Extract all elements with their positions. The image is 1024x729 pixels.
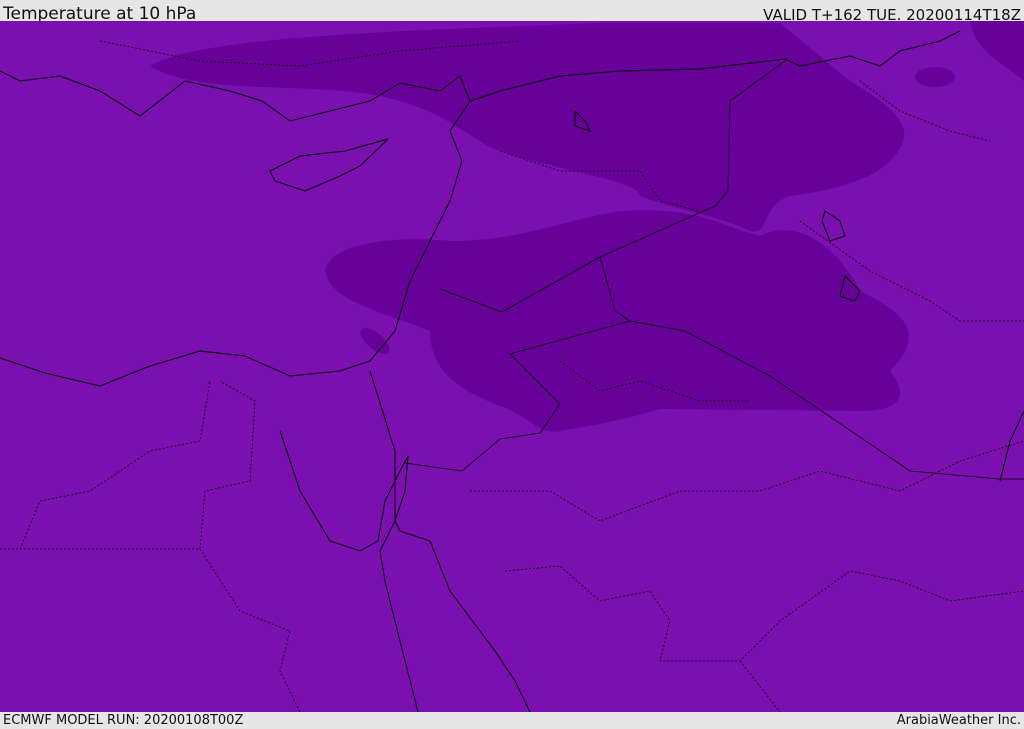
model-run: ECMWF MODEL RUN: 20200108T00Z [3, 713, 244, 728]
cold-spot [915, 67, 955, 87]
map-header: Temperature at 10 hPa VALID T+162 TUE. 2… [0, 0, 1024, 24]
credit: ArabiaWeather Inc. [896, 713, 1021, 728]
temperature-map [0, 21, 1024, 712]
map-footer: ECMWF MODEL RUN: 20200108T00Z ArabiaWeat… [0, 712, 1024, 729]
